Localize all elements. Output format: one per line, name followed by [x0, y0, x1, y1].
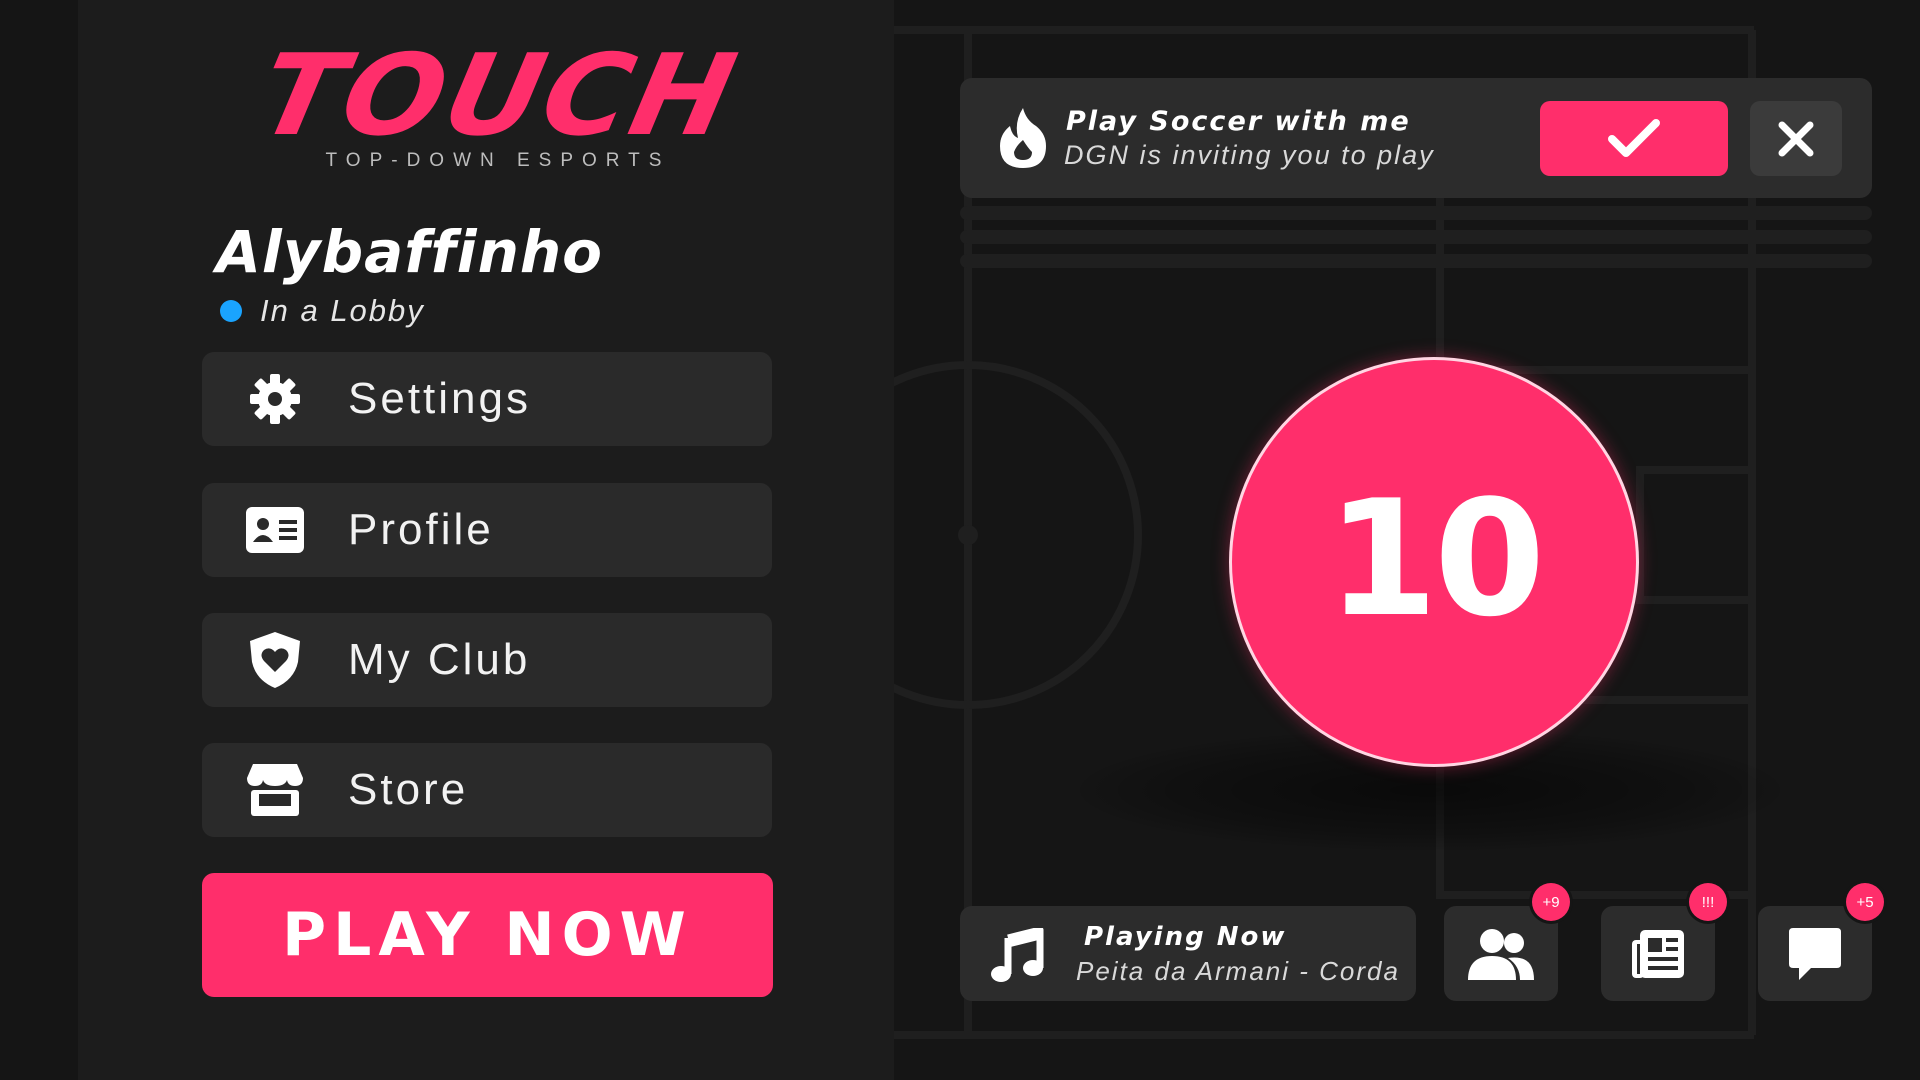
game-logo: TOUCH TOP-DOWN ESPORTS — [248, 29, 748, 180]
game-invite-notification: Play Soccer with me DGN is inviting you … — [960, 78, 1872, 198]
decline-invite-button[interactable] — [1750, 101, 1842, 176]
shield-heart-icon — [246, 631, 304, 689]
fire-icon — [998, 108, 1048, 168]
player-status: In a Lobby — [220, 293, 425, 328]
now-playing-track: Peita da Armani - Corda — [1076, 956, 1400, 986]
check-icon — [1608, 118, 1660, 157]
store-button[interactable]: Store — [202, 743, 772, 837]
music-note-icon — [990, 926, 1044, 982]
chat-button[interactable] — [1758, 906, 1872, 1001]
store-icon — [246, 761, 304, 819]
accept-invite-button[interactable] — [1540, 101, 1728, 176]
logo-wordmark: TOUCH — [248, 29, 748, 161]
news-badge: !!! — [1689, 883, 1727, 921]
news-button[interactable] — [1601, 906, 1715, 1001]
play-now-button[interactable]: PLAY NOW — [202, 873, 773, 997]
countdown-value: 10 — [1326, 464, 1546, 652]
settings-button[interactable]: Settings — [202, 352, 772, 446]
my-club-button[interactable]: My Club — [202, 613, 772, 707]
settings-label: Settings — [348, 374, 531, 423]
invite-subtitle: DGN is inviting you to play — [1064, 140, 1435, 170]
id-card-icon — [246, 501, 304, 559]
invite-title: Play Soccer with me — [1066, 106, 1411, 137]
matchmaking-countdown: 10 — [1232, 360, 1636, 764]
my-club-label: My Club — [348, 635, 531, 684]
gear-icon — [246, 370, 304, 428]
now-playing-title: Playing Now — [1084, 922, 1287, 952]
logo-tagline: TOP-DOWN ESPORTS — [325, 150, 671, 171]
notification-stack-shadow — [960, 206, 1872, 278]
chat-badge: +5 — [1846, 883, 1884, 921]
chat-icon — [1789, 927, 1841, 980]
friends-badge: +9 — [1532, 883, 1570, 921]
profile-button[interactable]: Profile — [202, 483, 772, 577]
friends-button[interactable] — [1444, 906, 1558, 1001]
now-playing-widget[interactable]: Playing Now Peita da Armani - Corda — [960, 906, 1416, 1001]
profile-label: Profile — [348, 505, 494, 554]
player-username: Alybaffinho — [216, 218, 604, 286]
news-icon — [1632, 929, 1684, 978]
friends-icon — [1468, 928, 1534, 980]
store-label: Store — [348, 765, 469, 814]
status-text: In a Lobby — [260, 293, 425, 328]
close-icon — [1778, 121, 1814, 156]
play-now-label: PLAY NOW — [282, 900, 693, 970]
status-indicator-dot — [220, 300, 242, 322]
